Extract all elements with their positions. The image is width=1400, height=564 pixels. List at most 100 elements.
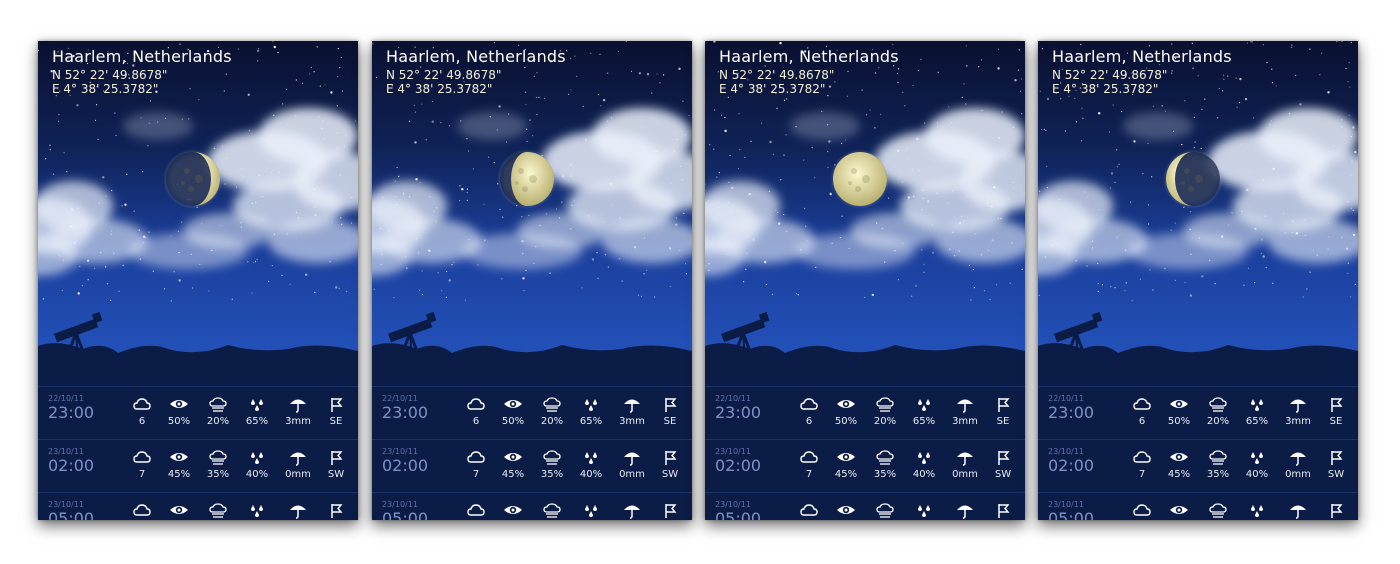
forecast-time: 23:00: [48, 403, 95, 422]
metric-value: 20%: [206, 416, 230, 427]
forecast-row[interactable]: 23/10/11 05:00: [372, 492, 692, 520]
metric-value: 50%: [834, 416, 858, 427]
latitude-text: N 52° 22' 49.8678": [52, 68, 168, 82]
umbrella-icon: [955, 448, 975, 466]
wind-flag-icon: [326, 448, 346, 466]
fog-icon: [1208, 395, 1228, 413]
metric-value: 65%: [1245, 416, 1269, 427]
forecast-time: 05:00: [715, 509, 762, 520]
forecast-list[interactable]: 22/10/11 23:00 6 50% 20% 65% 3mm SE 23/10/11 02:0…: [1038, 386, 1358, 520]
forecast-time: 02:00: [48, 456, 95, 475]
eye-icon: [836, 395, 856, 413]
forecast-row[interactable]: 23/10/11 05:00: [38, 492, 358, 520]
metric-value: SE: [663, 416, 677, 427]
wind-flag-icon: [993, 501, 1013, 519]
metric-value: 45%: [501, 469, 525, 480]
wind-flag-icon: [660, 395, 680, 413]
moon-phase-panel: Haarlem, Netherlands N 52° 22' 49.8678" E …: [1038, 41, 1358, 520]
eye-icon: [169, 395, 189, 413]
forecast-row[interactable]: 22/10/11 23:00 6 50% 20% 65% 3mm SE: [1038, 386, 1358, 440]
humidity-drops-icon: [581, 501, 601, 519]
cloud-icon: [132, 395, 152, 413]
umbrella-icon: [288, 395, 308, 413]
eye-icon: [503, 395, 523, 413]
forecast-time: 23:00: [715, 403, 762, 422]
forecast-date: 22/10/11: [1048, 394, 1084, 403]
forecast-time: 05:00: [382, 509, 429, 520]
metric-value: 40%: [912, 469, 936, 480]
forecast-time: 23:00: [382, 403, 429, 422]
humidity-drops-icon: [581, 448, 601, 466]
forecast-list[interactable]: 22/10/11 23:00 6 50% 20% 65% 3mm SE 23/10/11 02:0…: [705, 386, 1025, 520]
forecast-date: 23/10/11: [48, 447, 84, 456]
longitude-text: E 4° 38' 25.3782": [386, 82, 493, 96]
metric-value: 0mm: [619, 469, 645, 480]
metric-value: 20%: [540, 416, 564, 427]
forecast-row[interactable]: 22/10/11 23:00 6 50% 20% 65% 3mm SE: [705, 386, 1025, 440]
latitude-text: N 52° 22' 49.8678": [386, 68, 502, 82]
fog-icon: [875, 448, 895, 466]
eye-icon: [1169, 395, 1189, 413]
latitude-text: N 52° 22' 49.8678": [1052, 68, 1168, 82]
fog-icon: [208, 501, 228, 519]
humidity-drops-icon: [581, 395, 601, 413]
metric-value: 45%: [1167, 469, 1191, 480]
umbrella-icon: [955, 501, 975, 519]
forecast-row[interactable]: 23/10/11 02:00 7 45% 35% 40% 0mm SW: [705, 439, 1025, 493]
forecast-row[interactable]: 22/10/11 23:00 6 50% 20% 65% 3mm SE: [372, 386, 692, 440]
cloud-icon: [466, 501, 486, 519]
cloud-icon: [799, 448, 819, 466]
humidity-drops-icon: [914, 448, 934, 466]
wind-flag-icon: [326, 501, 346, 519]
umbrella-icon: [1288, 448, 1308, 466]
metric-value: 6: [805, 416, 813, 427]
metric-value: 0mm: [285, 469, 311, 480]
forecast-date: 23/10/11: [1048, 447, 1084, 456]
metric-value: SW: [1327, 469, 1345, 480]
wind-flag-icon: [326, 395, 346, 413]
metric-value: 45%: [834, 469, 858, 480]
forecast-row[interactable]: 23/10/11 05:00: [705, 492, 1025, 520]
eye-icon: [1169, 501, 1189, 519]
metric-value: 6: [138, 416, 146, 427]
metric-value: 6: [472, 416, 480, 427]
wind-flag-icon: [993, 395, 1013, 413]
forecast-date: 23/10/11: [382, 447, 418, 456]
location-title: Haarlem, Netherlands: [719, 47, 899, 66]
umbrella-icon: [622, 395, 642, 413]
cloud-icon: [466, 448, 486, 466]
fog-icon: [875, 395, 895, 413]
fog-icon: [208, 448, 228, 466]
forecast-row[interactable]: 23/10/11 02:00 7 45% 35% 40% 0mm SW: [38, 439, 358, 493]
humidity-drops-icon: [1247, 501, 1267, 519]
fog-icon: [542, 395, 562, 413]
metric-value: 50%: [501, 416, 525, 427]
fog-icon: [875, 501, 895, 519]
metric-value: 65%: [245, 416, 269, 427]
forecast-list[interactable]: 22/10/11 23:00 6 50% 20% 65% 3mm SE 23/10/11 02:0…: [38, 386, 358, 520]
forecast-row[interactable]: 23/10/11 02:00 7 45% 35% 40% 0mm SW: [372, 439, 692, 493]
metric-value: 35%: [873, 469, 897, 480]
forecast-row[interactable]: 23/10/11 05:00: [1038, 492, 1358, 520]
humidity-drops-icon: [1247, 448, 1267, 466]
moon-phase-panel: Haarlem, Netherlands N 52° 22' 49.8678" E …: [705, 41, 1025, 520]
metric-value: SE: [329, 416, 343, 427]
forecast-date: 23/10/11: [715, 447, 751, 456]
metric-value: 50%: [1167, 416, 1191, 427]
forecast-time: 05:00: [1048, 509, 1095, 520]
wind-flag-icon: [660, 501, 680, 519]
forecast-time: 05:00: [48, 509, 95, 520]
metric-value: 65%: [912, 416, 936, 427]
metric-value: 35%: [1206, 469, 1230, 480]
metric-value: 7: [472, 469, 480, 480]
forecast-date: 23/10/11: [382, 500, 418, 509]
eye-icon: [169, 448, 189, 466]
forecast-row[interactable]: 22/10/11 23:00 6 50% 20% 65% 3mm SE: [38, 386, 358, 440]
wind-flag-icon: [1326, 501, 1346, 519]
metric-value: 7: [805, 469, 813, 480]
forecast-list[interactable]: 22/10/11 23:00 6 50% 20% 65% 3mm SE 23/10/11 02:0…: [372, 386, 692, 520]
umbrella-icon: [288, 448, 308, 466]
forecast-row[interactable]: 23/10/11 02:00 7 45% 35% 40% 0mm SW: [1038, 439, 1358, 493]
longitude-text: E 4° 38' 25.3782": [719, 82, 826, 96]
humidity-drops-icon: [1247, 395, 1267, 413]
